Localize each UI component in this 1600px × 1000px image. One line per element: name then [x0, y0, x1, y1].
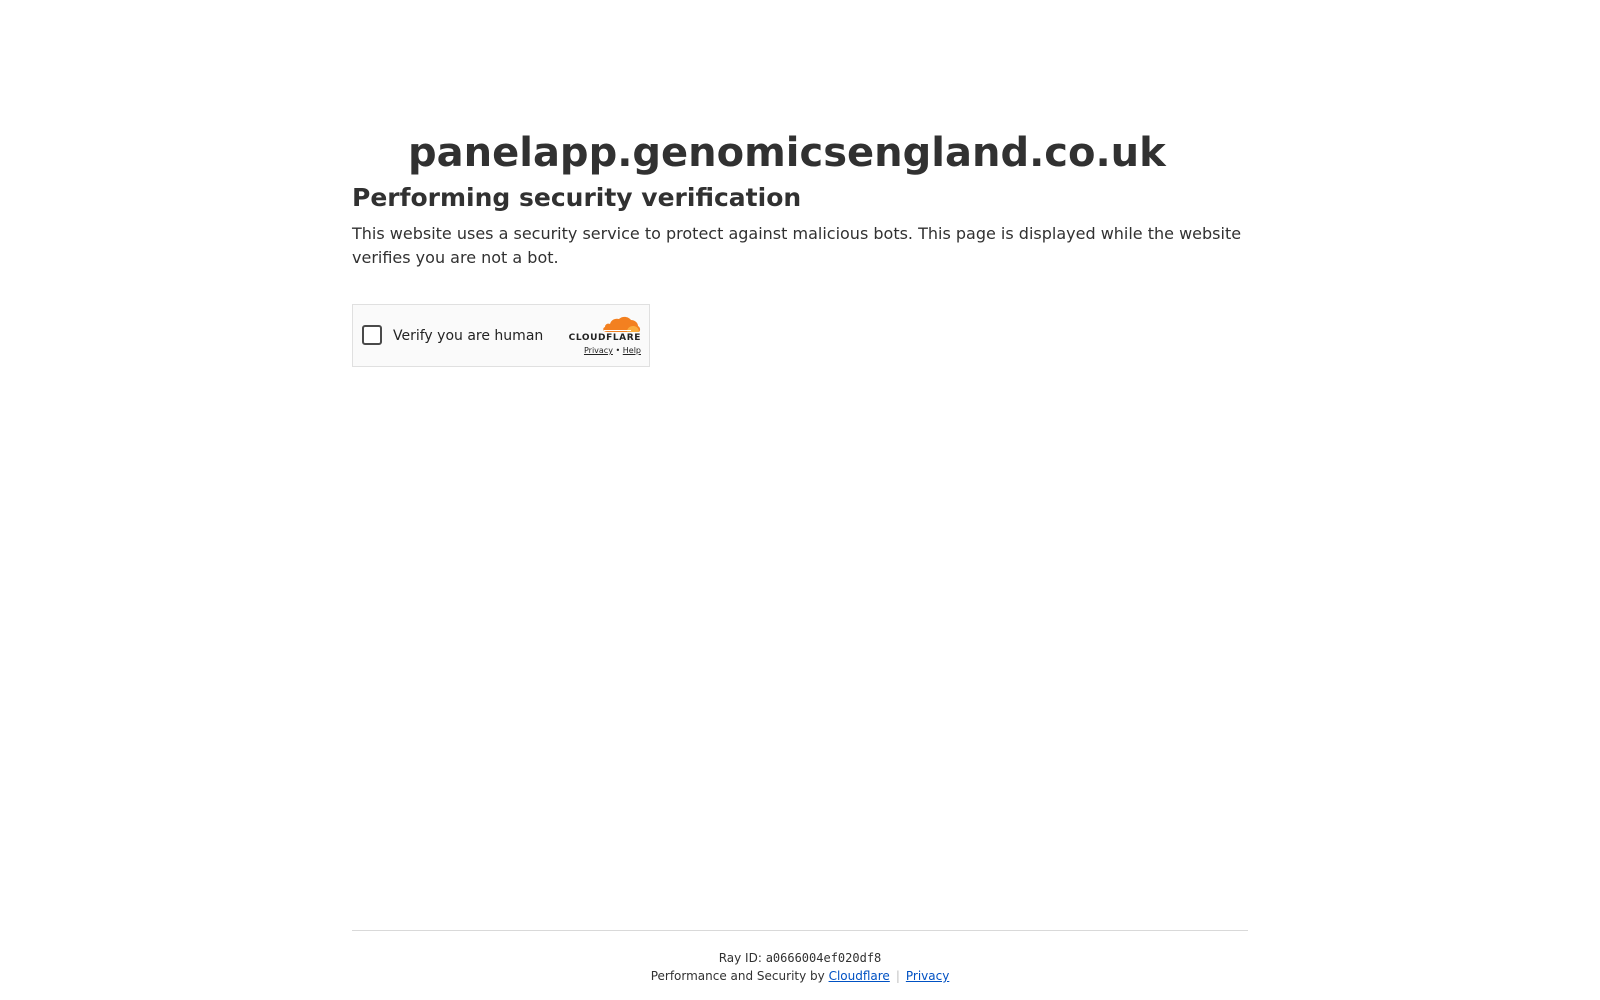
verification-description: This website uses a security service to …	[352, 224, 1242, 267]
footer-privacy-link[interactable]: Privacy	[906, 969, 949, 983]
widget-links: Privacy • Help	[561, 345, 641, 357]
verify-human-checkbox[interactable]	[362, 325, 382, 345]
cloudflare-cloud-icon	[603, 316, 641, 332]
challenge-page: panelapp.genomicsengland.co.uk Performin…	[0, 0, 1600, 1000]
main-content: panelapp.genomicsengland.co.uk Performin…	[352, 128, 1248, 367]
cloudflare-link[interactable]: Cloudflare	[829, 969, 890, 983]
widget-privacy-link[interactable]: Privacy	[584, 346, 613, 355]
performance-text: Performance and Security by	[650, 969, 829, 983]
page-footer: Ray ID: a0666004ef020df8 Performance and…	[352, 930, 1248, 985]
widget-link-separator: •	[615, 346, 621, 355]
turnstile-widget: Verify you are human CLOUDFLARE Privacy …	[352, 304, 650, 367]
ray-id-value: a0666004ef020df8	[765, 951, 882, 965]
ray-id-label: Ray ID:	[718, 951, 766, 965]
site-domain-title: panelapp.genomicsengland.co.uk	[408, 130, 1166, 176]
cloudflare-wordmark: CLOUDFLARE	[568, 333, 641, 343]
ray-id-line: Ray ID: a0666004ef020df8	[352, 949, 1248, 967]
widget-help-link[interactable]: Help	[623, 346, 641, 355]
verification-heading: Performing security verification	[352, 183, 802, 212]
verify-human-label[interactable]: Verify you are human	[393, 326, 543, 346]
performance-line: Performance and Security by Cloudflare | P…	[352, 967, 1248, 985]
cloudflare-brand: CLOUDFLARE Privacy • Help	[561, 315, 641, 357]
footer-divider: |	[895, 969, 900, 983]
